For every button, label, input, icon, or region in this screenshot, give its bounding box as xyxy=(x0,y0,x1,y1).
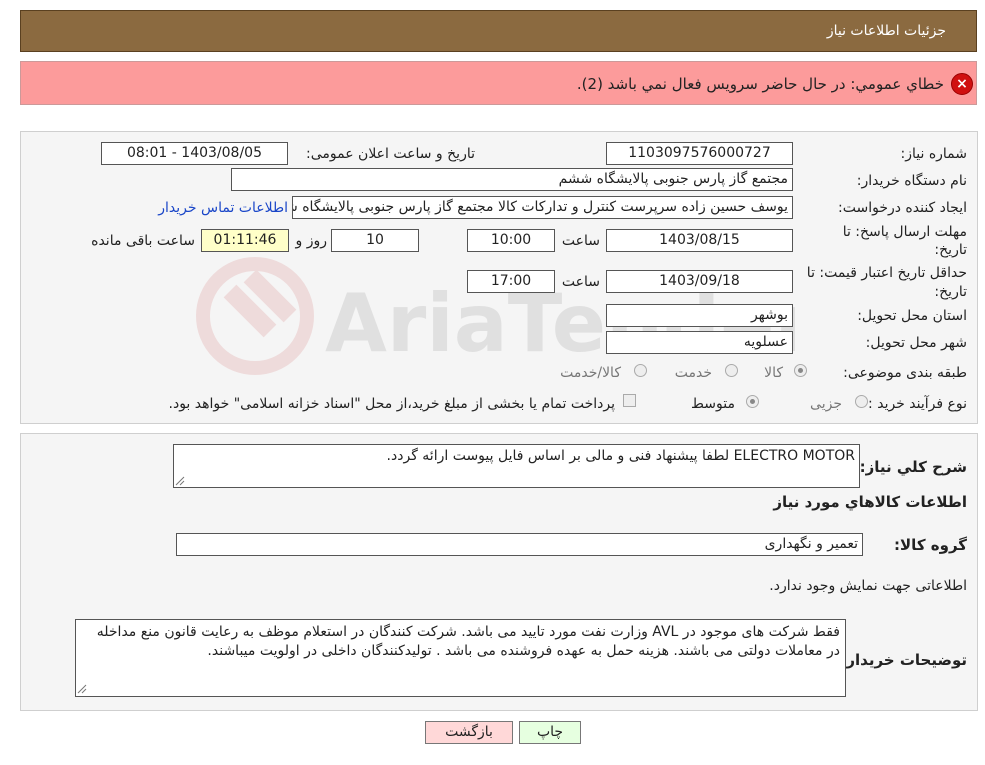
validity-date-field[interactable]: 1403/09/18 xyxy=(606,270,793,293)
deadline-label-date: تاریخ: xyxy=(934,242,967,258)
city-field[interactable]: عسلویه xyxy=(606,331,793,354)
price-validity-label: حداقل تاریخ اعتبار قیمت: تا xyxy=(806,265,967,281)
validity-hour-label: ساعت xyxy=(561,274,600,290)
error-banner: × خطاي عمومي: در حال حاضر سرويس فعال نمي… xyxy=(20,61,977,105)
category-option-goods-service: کالا/خدمت xyxy=(560,365,621,381)
goods-heading: اطلاعات کالاهاي مورد نياز xyxy=(773,493,967,511)
process-radio-medium[interactable] xyxy=(746,395,759,408)
province-field[interactable]: بوشهر xyxy=(606,304,793,327)
goods-group-field[interactable]: تعمیر و نگهداری xyxy=(176,533,863,556)
resize-grip-icon[interactable] xyxy=(77,684,87,694)
process-type-label: نوع فرآیند خرید : xyxy=(868,396,967,412)
treasury-payment-checkbox[interactable] xyxy=(623,394,636,407)
deadline-time-field[interactable]: 10:00 xyxy=(467,229,555,252)
province-label: استان محل تحویل: xyxy=(857,308,967,324)
buyer-org-label: نام دستگاه خریدار: xyxy=(856,173,967,189)
need-number-label: شماره نیاز: xyxy=(900,146,968,162)
print-button[interactable]: چاپ xyxy=(519,721,581,744)
deadline-date-field[interactable]: 1403/08/15 xyxy=(606,229,793,252)
treasury-payment-note: پرداخت تمام یا بخشی از مبلغ خرید،از محل … xyxy=(168,396,615,412)
process-option-medium: متوسط xyxy=(691,396,735,412)
announce-date-field[interactable]: 1403/08/05 - 08:01 xyxy=(101,142,288,165)
time-remaining-field[interactable]: 01:11:46 xyxy=(201,229,289,252)
days-remaining-field[interactable]: 10 xyxy=(331,229,419,252)
deadline-hour-label: ساعت xyxy=(561,233,600,249)
category-label: طبقه بندی موضوعی: xyxy=(843,365,967,381)
error-x-icon: × xyxy=(951,73,973,95)
goods-group-label: گروه کالا: xyxy=(894,536,967,554)
category-radio-service[interactable] xyxy=(725,364,738,377)
error-message: خطاي عمومي: در حال حاضر سرويس فعال نمي ب… xyxy=(576,75,944,93)
time-remaining-label: ساعت باقی مانده xyxy=(91,233,195,249)
price-validity-label-date: تاریخ: xyxy=(934,284,967,300)
category-radio-goods[interactable] xyxy=(794,364,807,377)
buyer-notes-label: توضیحات خریدار: xyxy=(840,651,967,669)
process-option-minor: جزیی xyxy=(810,396,842,412)
category-option-service: خدمت xyxy=(674,365,712,381)
summary-textarea[interactable]: ELECTRO MOTOR لطفا پیشنهاد فنی و مالی بر… xyxy=(173,444,860,488)
back-button[interactable]: بازگشت xyxy=(425,721,513,744)
days-label: روز و xyxy=(295,233,328,249)
summary-label: شرح کلي نياز: xyxy=(859,458,967,476)
need-number-field[interactable]: 1103097576000727 xyxy=(606,142,793,165)
process-radio-minor[interactable] xyxy=(855,395,868,408)
creator-label: ایجاد کننده درخواست: xyxy=(838,200,967,216)
buyer-notes-textarea[interactable]: فقط شرکت های موجود در AVL وزارت نفت مورد… xyxy=(75,619,846,697)
resize-grip-icon[interactable] xyxy=(175,476,185,486)
category-radio-goods-service[interactable] xyxy=(634,364,647,377)
deadline-label: مهلت ارسال پاسخ: تا xyxy=(842,224,967,240)
category-option-goods: کالا xyxy=(764,365,783,381)
announce-date-label: تاریخ و ساعت اعلان عمومی: xyxy=(306,146,475,162)
validity-time-field[interactable]: 17:00 xyxy=(467,270,555,293)
no-info-text: اطلاعاتی جهت نمایش وجود ندارد. xyxy=(769,578,967,594)
buyer-org-field[interactable]: مجتمع گاز پارس جنوبی پالایشگاه ششم xyxy=(231,168,793,191)
page-title: جزئیات اطلاعات نیاز xyxy=(826,23,946,39)
page-header: جزئیات اطلاعات نیاز xyxy=(20,10,977,52)
buyer-contact-link[interactable]: اطلاعات تماس خریدار xyxy=(158,200,288,216)
creator-field[interactable]: یوسف حسین زاده سرپرست کنترل و تدارکات کا… xyxy=(292,196,793,219)
city-label: شهر محل تحویل: xyxy=(865,335,967,351)
